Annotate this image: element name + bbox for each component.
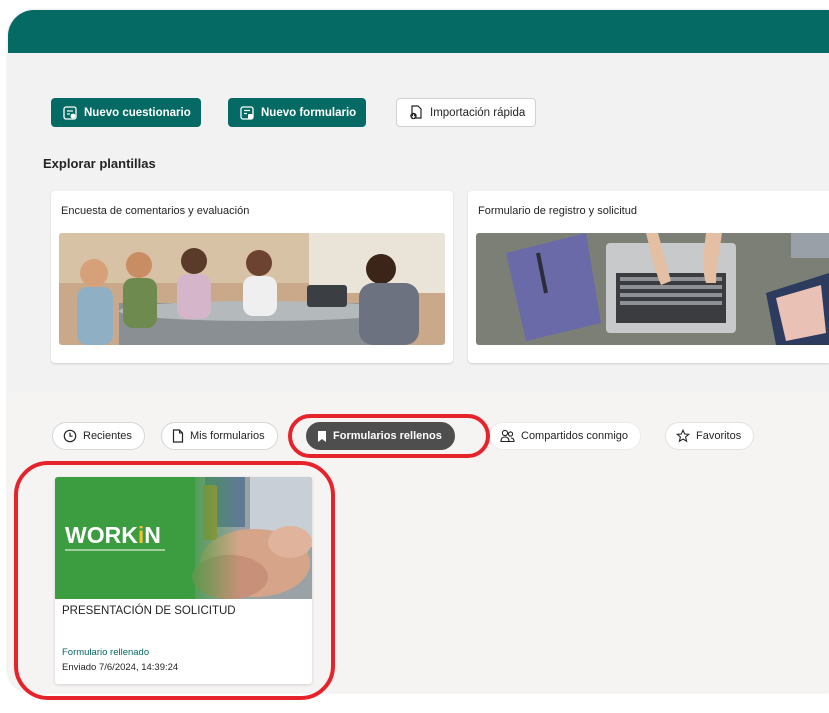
filter-recent-label: Recientes: [83, 430, 132, 442]
template-card-feedback[interactable]: Encuesta de comentarios y evaluación: [51, 191, 453, 363]
new-form-button[interactable]: Nuevo formulario: [228, 98, 367, 127]
filter-favorites[interactable]: Favoritos: [665, 422, 755, 450]
form-icon: [240, 105, 254, 120]
template-card-registration[interactable]: Formulario de registro y solicitud: [468, 191, 829, 363]
filter-my-forms-label: Mis formularios: [190, 430, 265, 442]
filter-shared-label: Compartidos conmigo: [521, 430, 628, 442]
quick-import-label: Importación rápida: [430, 106, 526, 119]
filter-shared-with-me[interactable]: Compartidos conmigo: [489, 422, 641, 450]
top-bar: [8, 10, 829, 53]
new-form-label: Nuevo formulario: [261, 106, 357, 119]
filter-recent[interactable]: Recientes: [52, 422, 145, 450]
filter-my-forms[interactable]: Mis formularios: [161, 422, 278, 450]
classroom-photo: [59, 233, 445, 345]
template-title: Formulario de registro y solicitud: [478, 205, 637, 217]
quiz-icon: [63, 105, 77, 120]
laptop-photo: [476, 233, 829, 345]
star-icon: [676, 429, 690, 443]
highlight-filled-form-card: [14, 461, 335, 700]
import-icon: [410, 105, 422, 120]
template-title: Encuesta de comentarios y evaluación: [61, 205, 250, 217]
filter-favorites-label: Favoritos: [696, 430, 742, 442]
new-quiz-label: Nuevo cuestionario: [84, 106, 191, 119]
templates-heading: Explorar plantillas: [43, 156, 156, 171]
document-icon: [172, 429, 184, 443]
new-quiz-button[interactable]: Nuevo cuestionario: [51, 98, 201, 127]
highlight-filled-forms-tab: [288, 414, 490, 458]
clock-icon: [63, 429, 77, 443]
people-icon: [500, 429, 515, 443]
quick-import-button[interactable]: Importación rápida: [396, 98, 537, 127]
